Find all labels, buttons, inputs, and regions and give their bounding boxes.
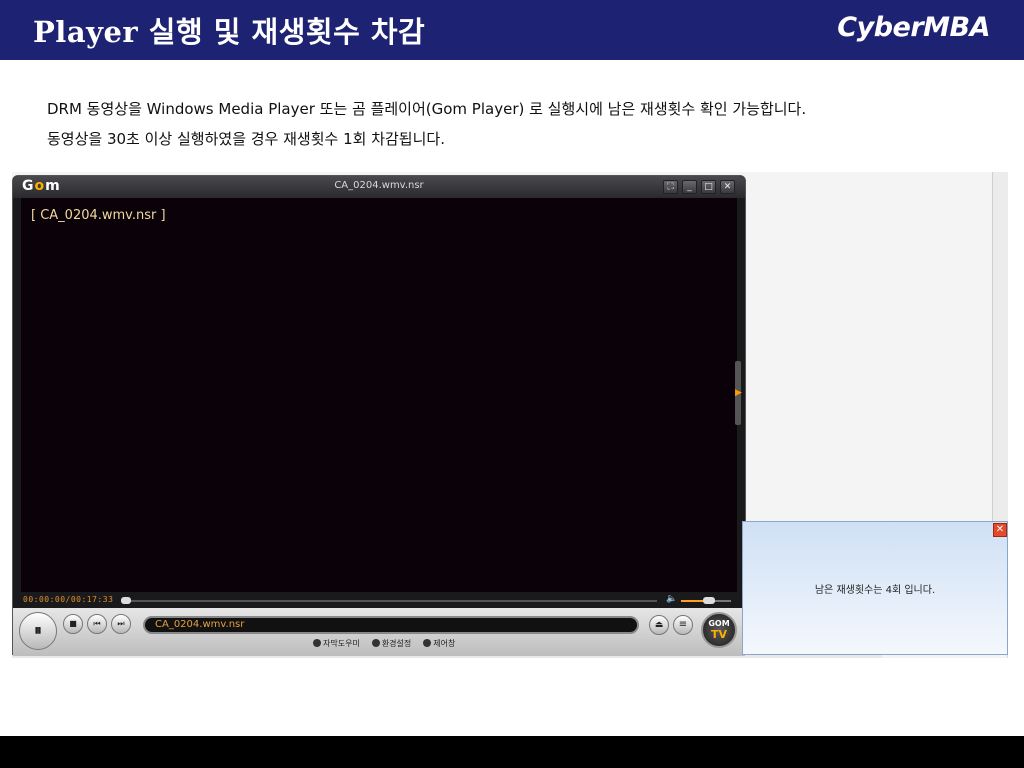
description-line-1: DRM 동영상을 Windows Media Player 또는 곰 플레이어(… (47, 100, 807, 118)
playlist-bar[interactable]: CA_0204.wmv.nsr (143, 616, 639, 634)
video-screen[interactable]: [ CA_0204.wmv.nsr ] (21, 198, 737, 592)
background-scrollbar (992, 172, 1008, 522)
gomtv-button[interactable]: GOM TV (701, 612, 737, 648)
remaining-plays-message: 남은 재생횟수는 4회 입니다. (814, 585, 936, 596)
open-file-button[interactable]: ⏏ (649, 615, 669, 635)
seek-thumb[interactable] (121, 597, 131, 604)
footer-bar (0, 736, 1024, 768)
player-sub-links: 자막도우미 환경설정 제어창 (313, 638, 455, 649)
current-file-name: CA_0204.wmv.nsr (155, 619, 245, 630)
page-title: Player 실행 및 재생횟수 차감 (33, 15, 426, 49)
preferences-link[interactable]: 환경설정 (371, 638, 411, 649)
volume-icon[interactable]: 🔈 (666, 594, 677, 604)
volume-thumb[interactable] (702, 597, 715, 604)
fullscreen-icon[interactable]: ⛶ (663, 180, 678, 194)
seek-row: 00:00:00/00:17:33 🔈 (21, 594, 737, 608)
stop-button[interactable]: ■ (63, 614, 83, 634)
window-controls: ⛶ _ □ ✕ (663, 180, 735, 194)
brand-logo: CyberMBA (837, 12, 990, 43)
time-display: 00:00:00/00:17:33 (23, 595, 114, 604)
subtitle-helper-icon (313, 639, 321, 647)
header-bar: Player 실행 및 재생횟수 차감 CyberMBA (0, 0, 1024, 60)
screen-filename-text: [ CA_0204.wmv.nsr ] (31, 208, 166, 223)
previous-button[interactable]: ⏮ (87, 614, 107, 634)
minimize-icon[interactable]: _ (682, 180, 697, 194)
preferences-icon (371, 639, 380, 647)
control-window-icon (423, 639, 432, 647)
popup-close-icon[interactable]: ✕ (993, 523, 1007, 537)
gomtv-label-bottom: TV (710, 628, 728, 641)
control-panel: ⏸ ■ ⏮ ⏭ CA_0204.wmv.nsr ⏏ ≡ GOM TV 자막도우미… (13, 608, 745, 656)
window-title: CA_0204.wmv.nsr (334, 180, 424, 191)
control-window-link[interactable]: 제어창 (423, 638, 455, 649)
maximize-icon[interactable]: □ (701, 180, 716, 194)
description-line-2: 동영상을 30초 이상 실행하였을 경우 재생횟수 1회 차감됩니다. (47, 130, 445, 148)
player-titlebar[interactable]: Gom CA_0204.wmv.nsr ⛶ _ □ ✕ (13, 176, 745, 198)
next-button[interactable]: ⏭ (111, 614, 131, 634)
seek-bar[interactable] (121, 600, 657, 602)
subtitle-helper-link[interactable]: 자막도우미 (313, 638, 360, 649)
side-arrow-icon: ▶ (735, 388, 742, 398)
remaining-plays-popup: ✕ 남은 재생횟수는 4회 입니다. (742, 521, 1008, 655)
close-icon[interactable]: ✕ (720, 180, 735, 194)
gom-player-window: Gom CA_0204.wmv.nsr ⛶ _ □ ✕ [ CA_0204.wm… (12, 175, 746, 656)
playlist-button[interactable]: ≡ (673, 615, 693, 635)
pause-button[interactable]: ⏸ (19, 612, 57, 650)
